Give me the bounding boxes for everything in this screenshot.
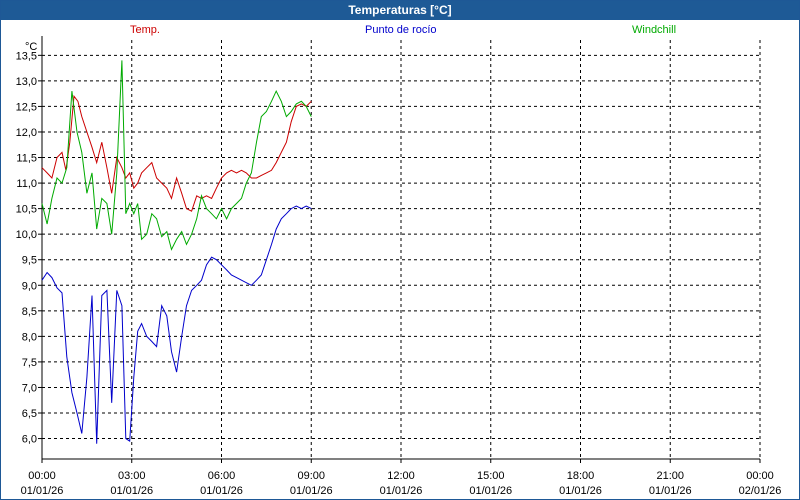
x-tick-label-time: 15:00: [477, 470, 505, 482]
y-tick-label: 12,5: [16, 101, 37, 113]
y-tick-label: 7,5: [22, 357, 37, 369]
x-tick-label-date: 01/01/26: [649, 485, 692, 497]
x-tick-label-time: 00:00: [746, 470, 774, 482]
x-tick-label-time: 06:00: [208, 470, 236, 482]
series-line-windchill: [41, 60, 312, 251]
x-tick-label-date: 01/01/26: [469, 485, 512, 497]
y-axis-unit: °C: [25, 41, 37, 53]
y-tick-label: 13,0: [16, 76, 37, 88]
x-tick-label-date: 01/01/26: [290, 485, 333, 497]
y-tick-label: 6,0: [22, 434, 37, 446]
x-tick-label-date: 01/01/26: [21, 485, 64, 497]
y-tick-label: 10,0: [16, 229, 37, 241]
temperature-chart: 00:00 01/01/26 03:00 01/01/26 06:00 01/01/26 0…: [16, 36, 782, 497]
y-tick-label: 10,5: [16, 204, 37, 216]
y-tick-label: 8,5: [22, 306, 37, 318]
series-line-dewpoint: [41, 205, 312, 444]
x-tick-label-date: 01/01/26: [559, 485, 602, 497]
x-tick-label-time: 00:00: [28, 470, 56, 482]
y-tick-label: 11,5: [16, 153, 37, 165]
y-tick-label: 6,5: [22, 408, 37, 420]
x-tick-label-time: 09:00: [297, 470, 325, 482]
y-tick-label: 9,0: [22, 280, 37, 292]
x-tick-label-date: 02/01/26: [739, 485, 782, 497]
y-tick-label: 9,5: [22, 255, 37, 267]
y-tick-label: 12,0: [16, 127, 37, 139]
x-tick-label-time: 21:00: [656, 470, 684, 482]
x-tick-label-date: 01/01/26: [380, 485, 423, 497]
x-tick-label-time: 18:00: [567, 470, 595, 482]
x-tick-label-date: 01/01/26: [200, 485, 243, 497]
x-tick-label-time: 03:00: [118, 470, 146, 482]
y-tick-label: 11,0: [16, 178, 37, 190]
x-tick-label-time: 12:00: [387, 470, 415, 482]
x-tick-label-date: 01/01/26: [110, 485, 153, 497]
y-tick-label: 7,0: [22, 382, 37, 394]
y-tick-label: 8,0: [22, 331, 37, 343]
